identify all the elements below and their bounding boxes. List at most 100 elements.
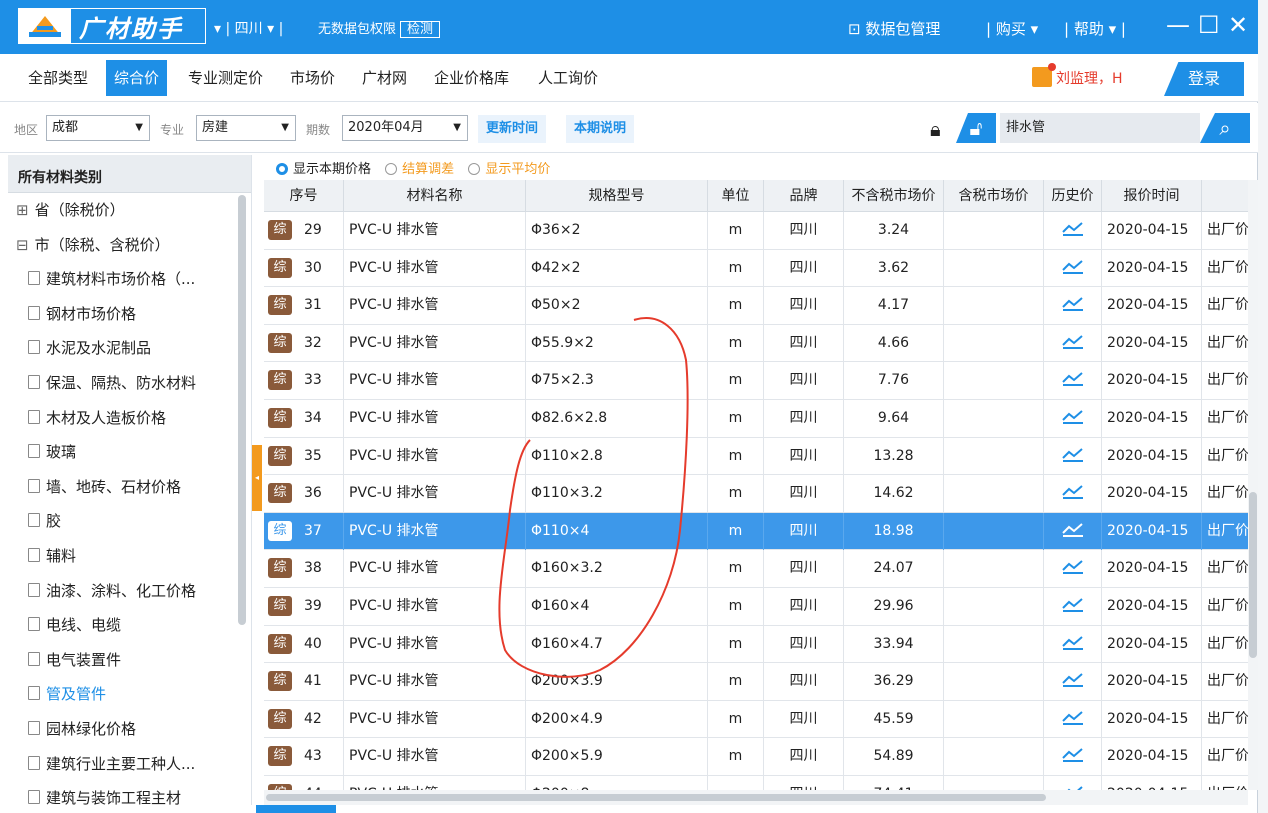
period-note-button[interactable]: 本期说明 [566, 115, 635, 143]
sidebar-scrollbar[interactable] [238, 195, 246, 625]
horizontal-scroll-thumb[interactable] [266, 794, 1046, 801]
table-row[interactable]: 综 42 PVC-U 排水管 Φ200×4.9 m 四川 45.59 2020-04-15 出厂… [264, 700, 1248, 739]
history-chart-icon[interactable] [1044, 437, 1102, 476]
radio-settlement-adjust[interactable]: 结算调差 [385, 158, 454, 177]
table-row[interactable]: 综 30 PVC-U 排水管 Φ42×2 m 四川 3.62 2020-04-15 出厂价 [264, 249, 1248, 288]
table-row[interactable]: 综 38 PVC-U 排水管 Φ160×3.2 m 四川 24.07 2020-04-15 出厂… [264, 550, 1248, 588]
tree-item[interactable]: 管及管件 [8, 677, 251, 712]
period-select[interactable]: 2020年04月 ▼ [342, 115, 468, 141]
history-chart-icon[interactable] [1044, 512, 1102, 551]
logo-icon [19, 9, 71, 43]
table-vertical-scrollbar[interactable] [1248, 180, 1258, 790]
tree-item[interactable]: 园林绿化价格 [8, 712, 251, 747]
col-price[interactable]: 不含税市场价 [844, 180, 944, 212]
search-input[interactable]: 排水管 [1000, 113, 1200, 143]
close-icon[interactable]: ✕ [1228, 10, 1248, 40]
menu-gcw[interactable]: 广材网 [354, 54, 415, 102]
collapse-node-icon[interactable]: ⊟ [16, 236, 29, 254]
tree-item[interactable]: 玻璃 [8, 435, 251, 470]
col-brand[interactable]: 品牌 [764, 180, 844, 212]
table-row[interactable]: 综 43 PVC-U 排水管 Φ200×5.9 m 四川 54.89 2020-04-15 出厂… [264, 738, 1248, 776]
menu-all-types[interactable]: 全部类型 [20, 54, 96, 102]
col-tax-price[interactable]: 含税市场价 [944, 180, 1044, 212]
tree-item[interactable]: ⊟ 市（除税、含税价） [8, 228, 251, 263]
table-row[interactable]: 综 32 PVC-U 排水管 Φ55.9×2 m 四川 4.66 2020-04-15 出厂价 [264, 324, 1248, 363]
table-row[interactable]: 综 36 PVC-U 排水管 Φ110×3.2 m 四川 14.62 2020-04-15 出厂… [264, 475, 1248, 513]
history-chart-icon[interactable] [1044, 400, 1102, 438]
history-chart-icon[interactable] [1044, 738, 1102, 776]
maximize-icon[interactable]: ☐ [1198, 10, 1220, 40]
major-select[interactable]: 房建 ▼ [196, 115, 296, 141]
history-chart-icon[interactable] [1044, 625, 1102, 664]
vertical-scroll-thumb[interactable] [1249, 492, 1257, 658]
col-no[interactable]: 序号 [264, 180, 344, 212]
table-row[interactable]: 综 29 PVC-U 排水管 Φ36×2 m 四川 3.24 2020-04-15 出厂价 [264, 212, 1248, 250]
app-name: 广材助手 [79, 14, 183, 43]
cell-no: 综 33 [264, 362, 344, 400]
col-spec[interactable]: 规格型号 [526, 180, 708, 212]
tree-item[interactable]: 电线、电缆 [8, 608, 251, 643]
data-package-button[interactable]: ⊡ 数据包管理 [848, 18, 940, 39]
history-chart-icon[interactable] [1044, 212, 1102, 250]
region-dropdown[interactable]: ▾ | 四川 ▾ | [214, 18, 283, 38]
history-chart-icon[interactable] [1044, 287, 1102, 325]
notice-banner[interactable]: 刘监理，H [1032, 63, 1123, 88]
tree-item[interactable]: 木材及人造板价格 [8, 401, 251, 436]
tree-item[interactable]: 保温、隔热、防水材料 [8, 366, 251, 401]
history-chart-icon[interactable] [1044, 588, 1102, 626]
cell-name: PVC-U 排水管 [344, 588, 526, 626]
tree-item[interactable]: 钢材市场价格 [8, 297, 251, 332]
col-unit[interactable]: 单位 [708, 180, 764, 212]
table-row[interactable]: 综 41 PVC-U 排水管 Φ200×3.9 m 四川 36.29 2020-04-15 出厂… [264, 663, 1248, 701]
menu-composite-price[interactable]: 综合价 [106, 60, 168, 96]
tree-item[interactable]: 水泥及水泥制品 [8, 331, 251, 366]
buy-menu[interactable]: | 购买 ▾ [986, 18, 1038, 39]
table-row[interactable]: 综 33 PVC-U 排水管 Φ75×2.3 m 四川 7.76 2020-04-15 出厂价 [264, 362, 1248, 400]
radio-average-price[interactable]: 显示平均价 [468, 158, 550, 177]
history-chart-icon[interactable] [1044, 663, 1102, 701]
table-row[interactable]: 综 31 PVC-U 排水管 Φ50×2 m 四川 4.17 2020-04-15 出厂价 [264, 287, 1248, 325]
menu-market-price[interactable]: 市场价 [282, 54, 343, 102]
table-row[interactable]: 综 40 PVC-U 排水管 Φ160×4.7 m 四川 33.94 2020-04-15 出厂… [264, 625, 1248, 664]
tree-item[interactable]: 建筑材料市场价格（... [8, 262, 251, 297]
history-chart-icon[interactable] [1044, 249, 1102, 288]
menu-professional-price[interactable]: 专业测定价 [180, 54, 271, 102]
tree-item[interactable]: ⊞ 省（除税价） [8, 193, 251, 228]
menu-enterprise-library[interactable]: 企业价格库 [426, 54, 517, 102]
lock-icon[interactable]: 🔒︎ [930, 117, 941, 141]
expand-node-icon[interactable]: ⊞ [16, 201, 29, 219]
tree-item[interactable]: 油漆、涂料、化工价格 [8, 574, 251, 609]
help-menu[interactable]: | 帮助 ▾ | [1064, 18, 1126, 39]
table-row[interactable]: 综 37 PVC-U 排水管 Φ110×4 m 四川 18.98 2020-04-15 出厂价 [264, 512, 1248, 551]
unlock-icon[interactable]: 🔓︎ [956, 113, 996, 143]
area-select[interactable]: 成都 ▼ [46, 115, 150, 141]
update-time-button[interactable]: 更新时间 [478, 115, 547, 143]
table-row[interactable]: 综 34 PVC-U 排水管 Φ82.6×2.8 m 四川 9.64 2020-04-15 出厂… [264, 400, 1248, 438]
history-chart-icon[interactable] [1044, 362, 1102, 400]
history-chart-icon[interactable] [1044, 776, 1102, 790]
col-date[interactable]: 报价时间 [1102, 180, 1202, 212]
table-row[interactable]: 综 35 PVC-U 排水管 Φ110×2.8 m 四川 13.28 2020-04-15 出厂… [264, 437, 1248, 476]
tree-item[interactable]: 辅料 [8, 539, 251, 574]
tree-item[interactable]: 建筑行业主要工种人... [8, 747, 251, 782]
table-row[interactable]: 综44PVC-U 排水管Φ200×8m四川74.41 2020-04-15出厂价 [264, 776, 1248, 790]
radio-current-price[interactable]: 显示本期价格 [276, 158, 371, 177]
tree-item[interactable]: 胶 [8, 504, 251, 539]
tree-item[interactable]: 墙、地砖、石材价格 [8, 470, 251, 505]
minimize-icon[interactable]: — [1166, 10, 1190, 40]
table-horizontal-scrollbar[interactable] [264, 790, 1248, 805]
table-row[interactable]: 综 39 PVC-U 排水管 Φ160×4 m 四川 29.96 2020-04-15 出厂价 [264, 588, 1248, 626]
tree-item-label: 市（除税、含税价） [34, 235, 170, 254]
collapse-sidebar-handle[interactable]: ◂ [252, 445, 262, 511]
col-history[interactable]: 历史价 [1044, 180, 1102, 212]
history-chart-icon[interactable] [1044, 475, 1102, 513]
col-note[interactable] [1202, 180, 1248, 212]
menu-manual-inquiry[interactable]: 人工询价 [530, 54, 606, 102]
history-chart-icon[interactable] [1044, 700, 1102, 739]
tree-item[interactable]: 建筑与装饰工程主材 [8, 781, 251, 805]
history-chart-icon[interactable] [1044, 324, 1102, 363]
col-name[interactable]: 材料名称 [344, 180, 526, 212]
tree-item[interactable]: 电气装置件 [8, 643, 251, 678]
history-chart-icon[interactable] [1044, 550, 1102, 588]
check-button[interactable]: 检测 [400, 21, 441, 38]
